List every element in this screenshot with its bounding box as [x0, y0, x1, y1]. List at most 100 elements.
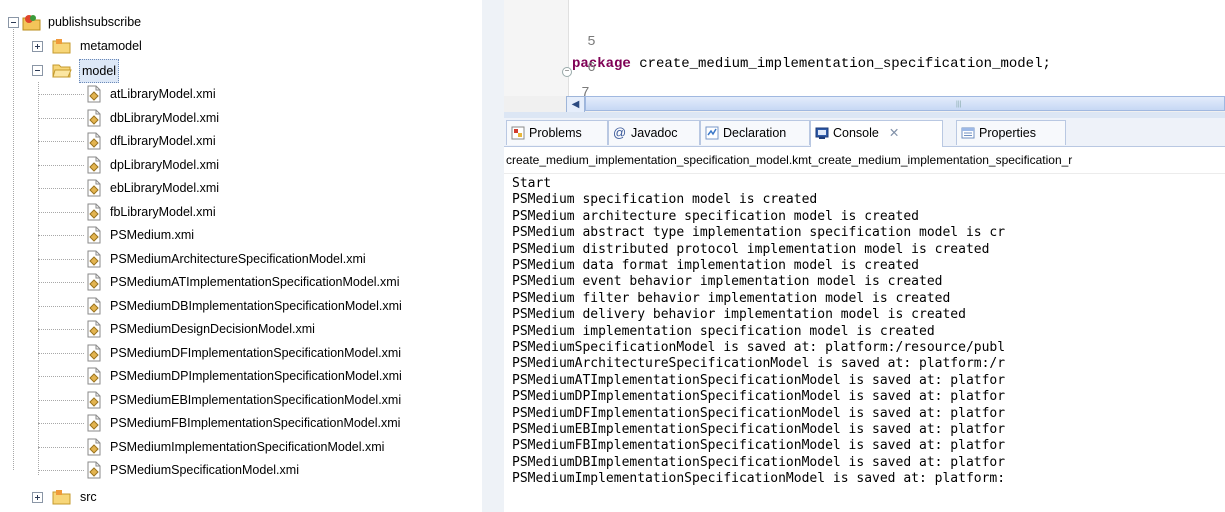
tree-connector [38, 164, 84, 166]
xmi-file-icon [87, 297, 101, 314]
console-line: PSMediumImplementationSpecificationModel… [512, 471, 1006, 487]
console-line: PSMedium implementation specification mo… [512, 323, 935, 339]
console-line: PSMediumArchitectureSpecificationModel i… [512, 356, 1006, 372]
console-line: PSMedium filter behavior implementation … [512, 290, 951, 306]
close-icon[interactable]: ✕ [889, 126, 899, 140]
tree-connector [38, 211, 84, 213]
console-line: PSMedium event behavior implementation m… [512, 274, 943, 290]
console-line: PSMedium abstract type implementation sp… [512, 225, 1006, 241]
xmi-file-icon [87, 179, 101, 197]
console-line: PSMedium architecture specification mode… [512, 208, 919, 224]
console-line: PSMediumDBImplementationSpecificationMod… [512, 454, 1006, 470]
xmi-file-icon [87, 414, 101, 432]
tab-console[interactable]: Console ✕ [810, 120, 943, 147]
tree-item-label: metamodel [80, 39, 142, 53]
tree-connector [38, 329, 84, 330]
tab-label: Problems [529, 126, 582, 140]
console-line: PSMedium specification model is created [512, 192, 818, 208]
console-line: PSMediumFBImplementationSpecificationMod… [512, 438, 1006, 454]
tree-item-label: PSMediumATImplementationSpecificationMod… [110, 275, 400, 289]
tree-item-label: PSMediumArchitectureSpecificationModel.x… [110, 251, 366, 266]
source-folder-icon [52, 490, 71, 505]
tab-label: Declaration [723, 126, 787, 140]
expand-icon[interactable] [32, 492, 43, 503]
console-line: PSMediumEBImplementationSpecificationMod… [512, 422, 1006, 437]
console-line: PSMedium distributed protocol implementa… [512, 241, 990, 257]
xmi-file-icon [87, 226, 101, 244]
scroll-left-icon[interactable]: ◀ [566, 96, 585, 113]
tree-item-label: dpLibraryModel.xmi [110, 157, 220, 172]
tree-item-label: PSMediumDBImplementationSpecificationMod… [110, 298, 402, 313]
project-folder-icon [22, 15, 41, 31]
tree-connector [38, 117, 84, 119]
editor-line[interactable]: 5 package create_medium_implementation_s… [504, 9, 1051, 72]
expand-icon[interactable] [32, 41, 43, 52]
properties-icon [961, 127, 975, 139]
tree-item-label: PSMediumFBImplementationSpecificationMod… [110, 416, 401, 430]
tree-item-label: ebLibraryModel.xmi [110, 181, 220, 195]
xmi-file-icon [87, 344, 101, 361]
tab-label: Javadoc [631, 126, 678, 140]
xmi-file-icon [87, 85, 101, 103]
declaration-icon [705, 126, 719, 140]
problems-icon [511, 126, 525, 140]
xmi-file-icon [87, 367, 101, 385]
code-text: create_medium_implementation_specificati… [630, 56, 1051, 72]
tab-properties[interactable]: Properties [956, 120, 1066, 145]
console-output[interactable]: Start PSMedium specification model is cre… [504, 175, 1225, 512]
fold-toggle-icon[interactable]: − [562, 67, 572, 77]
tree-item-label: PSMediumDFImplementationSpecificationMod… [110, 345, 402, 360]
view-divider[interactable] [482, 0, 504, 512]
tab-javadoc[interactable]: @ Javadoc [608, 120, 700, 145]
tree-connector [38, 258, 84, 260]
tree-connector [38, 141, 84, 142]
tree-connector [38, 235, 84, 236]
xmi-file-icon [87, 438, 101, 455]
console-line: PSMedium delivery behavior implementatio… [512, 307, 966, 323]
tree-item-label: dbLibraryModel.xmi [110, 110, 220, 125]
tab-label: Properties [979, 126, 1036, 140]
tree-connector [38, 446, 84, 448]
tree-item-label: publishsubscribe [48, 15, 142, 29]
xmi-file-icon [87, 109, 101, 126]
console-line: PSMediumDFImplementationSpecificationMod… [512, 405, 1006, 421]
tab-problems[interactable]: Problems [506, 120, 608, 145]
tree-connector [38, 376, 84, 377]
xmi-file-icon [87, 156, 101, 173]
editor-line[interactable]: 7 − require kermeta [504, 60, 698, 145]
tree-connector [38, 352, 84, 354]
editor-line[interactable]: 6 [504, 35, 595, 76]
line-number: 5 [587, 34, 596, 50]
tree-item-label: PSMediumDPImplementationSpecificationMod… [110, 369, 402, 383]
javadoc-icon: @ [613, 125, 627, 140]
tree-item-label: PSMediumDesignDecisionModel.xmi [110, 322, 315, 336]
collapse-icon[interactable] [8, 17, 19, 28]
package-explorer-tree: publishsubscribe metamodel model atLibra… [0, 0, 482, 512]
xmi-file-icon [87, 461, 101, 479]
console-line: PSMedium data format implementation mode… [512, 258, 919, 273]
view-tab-bar: Problems @ Javadoc Declaration Console ✕ … [504, 118, 1225, 147]
collapse-icon[interactable] [32, 65, 43, 76]
tree-item-label: dfLibraryModel.xmi [110, 134, 216, 148]
tab-declaration[interactable]: Declaration [700, 120, 810, 145]
tree-item-label: atLibraryModel.xmi [110, 87, 216, 101]
tab-label: Console [833, 126, 879, 140]
grip-icon: ||| [956, 101, 962, 108]
code-editor[interactable]: 5 package create_medium_implementation_s… [504, 0, 1225, 145]
xmi-file-icon [87, 391, 101, 408]
tree-connector [38, 399, 84, 401]
editor-horizontal-scrollbar[interactable]: ◀ ||| [504, 96, 1225, 113]
open-folder-icon [52, 64, 72, 78]
tree-item-label: PSMediumImplementationSpecificationModel… [110, 439, 385, 454]
console-title: create_medium_implementation_specificati… [504, 147, 1225, 174]
xmi-file-icon [87, 132, 101, 150]
tree-connector [38, 470, 84, 471]
tree-item-label: src [80, 490, 97, 504]
tree-connector [38, 188, 84, 189]
xmi-file-icon [87, 203, 101, 220]
scrollbar-thumb[interactable]: ||| [585, 96, 1225, 111]
console-line: PSMediumSpecificationModel is saved at: … [512, 340, 1006, 355]
tree-item-label: PSMediumSpecificationModel.xmi [110, 463, 299, 477]
tree-item-label: model [79, 59, 120, 83]
xmi-file-icon [87, 320, 101, 338]
